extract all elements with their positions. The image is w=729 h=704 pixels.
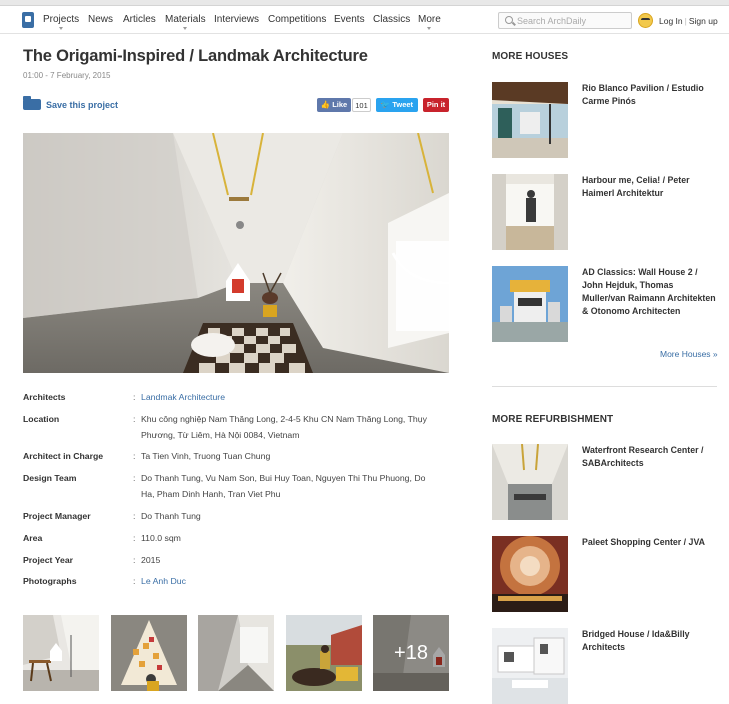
spec-row: Architects: Landmak Architecture [23, 389, 449, 405]
house-title[interactable]: Harbour me, Celia! / Peter Haimerl Archi… [582, 174, 716, 200]
refurb-thumb [492, 536, 568, 612]
refurb-thumb [492, 628, 568, 704]
spec-key: Photographs [23, 576, 77, 586]
spec-key: Project Year [23, 555, 74, 565]
twitter-bird-icon: 🐦 [380, 100, 391, 109]
search-input[interactable] [517, 14, 627, 27]
refurb-thumb [492, 444, 568, 520]
spec-value: Khu công nghiệp Nam Thăng Long, 2-4-5 Kh… [141, 414, 427, 440]
facebook-like-button[interactable]: 👍 Like [317, 98, 351, 112]
house-title[interactable]: AD Classics: Wall House 2 / John Hejduk,… [582, 266, 716, 318]
refurb-title[interactable]: Paleet Shopping Center / JVA [582, 536, 716, 549]
user-avatar-icon[interactable] [638, 13, 653, 28]
more-refurbishment-heading: MORE REFURBISHMENT [492, 414, 614, 425]
spec-row: Photographs: Le Anh Duc [23, 573, 449, 589]
spec-key: Architects [23, 392, 66, 402]
spec-key: Architect in Charge [23, 451, 104, 461]
nav-label: Projects [43, 14, 80, 25]
chevron-down-icon [427, 27, 432, 30]
house-thumb [492, 82, 568, 158]
spec-value: Do Thanh Tung, Vu Nam Son, Bui Huy Toan,… [141, 473, 426, 499]
spec-row: Area:110.0 sqm [23, 530, 449, 546]
refurb-item-2[interactable]: Paleet Shopping Center / JVA [492, 536, 722, 612]
house-thumb [492, 266, 568, 342]
signup-link[interactable]: Sign up [689, 16, 718, 26]
nav-articles[interactable]: Articles [123, 14, 156, 25]
spec-value: Do Thanh Tung [141, 511, 201, 521]
hero-photo[interactable] [23, 133, 449, 373]
separator: | [684, 16, 687, 26]
search-icon [505, 16, 513, 24]
spec-row: Project Year:2015 [23, 552, 449, 568]
chevron-down-icon [183, 27, 188, 30]
spec-colon: : [133, 451, 136, 461]
gallery-thumb-4[interactable] [286, 615, 362, 691]
spec-colon: : [133, 555, 136, 565]
gallery-thumb-more[interactable]: +18 [373, 615, 449, 691]
sidebar-divider [492, 386, 717, 387]
search-box[interactable] [498, 12, 632, 29]
spec-colon: : [133, 414, 136, 424]
more-houses-link[interactable]: More Houses » [660, 349, 718, 359]
spec-key: Location [23, 414, 60, 424]
more-houses-heading: MORE HOUSES [492, 51, 569, 62]
thumbs-up-icon: 👍 [320, 100, 331, 109]
gallery-thumb-3[interactable] [198, 615, 274, 691]
spec-colon: : [133, 392, 136, 402]
house-item-2[interactable]: Harbour me, Celia! / Peter Haimerl Archi… [492, 174, 722, 250]
nav-competitions[interactable]: Competitions [268, 14, 326, 25]
chevron-down-icon [59, 27, 64, 30]
article-date: 01:00 - 7 February, 2015 [23, 71, 111, 80]
spec-row: Location: Khu công nghiệp Nam Thăng Long,… [23, 411, 449, 445]
tweet-label: Tweet [392, 100, 414, 109]
refurb-item-3[interactable]: Bridged House / Ida&Billy Architects [492, 628, 722, 704]
spec-value: Ta Tien Vinh, Truong Tuan Chung [141, 451, 271, 461]
pinterest-button[interactable]: Pin it [423, 98, 449, 112]
nav-label: Materials [165, 14, 206, 25]
article-title: The Origami-Inspired / Landmak Architect… [23, 47, 368, 65]
nav-more[interactable]: More [418, 14, 441, 30]
tweet-button[interactable]: 🐦 Tweet [376, 98, 418, 112]
refurb-title[interactable]: Bridged House / Ida&Billy Architects [582, 628, 716, 654]
nav-events[interactable]: Events [334, 14, 365, 25]
house-thumb [492, 174, 568, 250]
spec-row: Design Team: Do Thanh Tung, Vu Nam Son, B… [23, 470, 449, 504]
spec-value: 2015 [141, 555, 161, 565]
spec-colon: : [133, 576, 136, 586]
save-label: Save this project [46, 100, 119, 110]
spec-key: Design Team [23, 473, 77, 483]
refurb-title[interactable]: Waterfront Research Center / SABArchitec… [582, 444, 716, 470]
gallery-thumb-2[interactable] [111, 615, 187, 691]
spec-key: Project Manager [23, 511, 91, 521]
nav-classics[interactable]: Classics [373, 14, 410, 25]
house-item-1[interactable]: Rio Blanco Pavilion / Estudio Carme Pinó… [492, 82, 722, 158]
more-photos-count: +18 [373, 615, 449, 691]
save-project-button[interactable]: Save this project [23, 96, 119, 110]
like-count: 101 [352, 98, 371, 112]
house-item-3[interactable]: AD Classics: Wall House 2 / John Hejduk,… [492, 266, 722, 342]
spec-row: Project Manager: Do Thanh Tung [23, 508, 449, 524]
top-navigation: Projects News Articles Materials Intervi… [0, 6, 729, 34]
spec-row: Architect in Charge: Ta Tien Vinh, Truong… [23, 448, 449, 464]
nav-news[interactable]: News [88, 14, 113, 25]
house-title[interactable]: Rio Blanco Pavilion / Estudio Carme Pinó… [582, 82, 716, 108]
spec-colon: : [133, 533, 136, 543]
spec-link[interactable]: Landmak Architecture [141, 389, 441, 405]
archdaily-logo[interactable] [22, 12, 34, 28]
nav-label: More [418, 14, 441, 25]
nav-projects[interactable]: Projects [43, 14, 80, 30]
like-label: Like [332, 100, 348, 109]
spec-link[interactable]: Le Anh Duc [141, 573, 441, 589]
refurb-item-1[interactable]: Waterfront Research Center / SABArchitec… [492, 444, 722, 520]
spec-value: 110.0 sqm [141, 533, 181, 543]
gallery-thumb-1[interactable] [23, 615, 99, 691]
auth-links: Log In | Sign up [659, 16, 718, 26]
nav-interviews[interactable]: Interviews [214, 14, 259, 25]
folder-icon [23, 96, 41, 110]
spec-colon: : [133, 473, 136, 483]
nav-materials[interactable]: Materials [165, 14, 206, 30]
spec-colon: : [133, 511, 136, 521]
spec-key: Area [23, 533, 43, 543]
login-link[interactable]: Log In [659, 16, 683, 26]
